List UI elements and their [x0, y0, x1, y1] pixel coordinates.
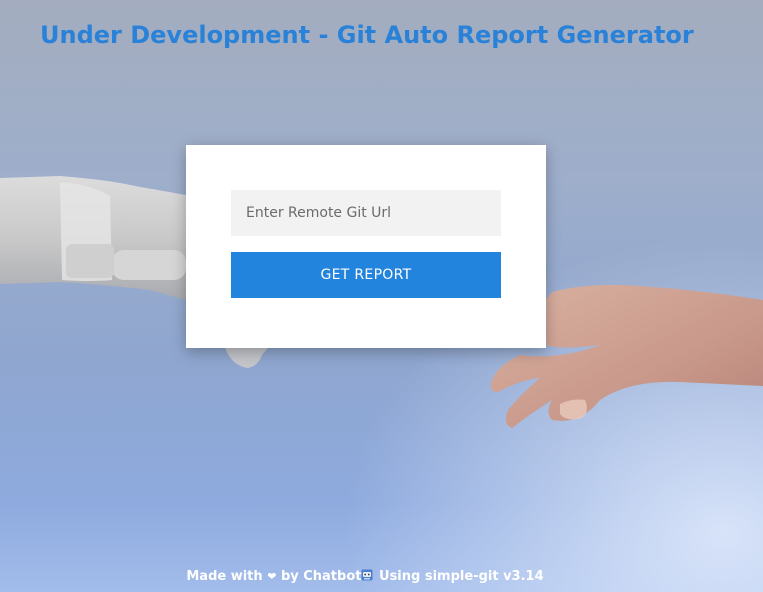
report-form-card: GET REPORT — [186, 145, 546, 348]
footer-made-with: Made with — [186, 569, 263, 584]
get-report-button[interactable]: GET REPORT — [231, 252, 501, 298]
footer-author: by Chatbot — [280, 569, 362, 584]
heart-icon: ❤ — [267, 570, 277, 583]
footer-credits: Made with ❤ by Chatbot Using simple-git … — [0, 568, 730, 586]
robot-icon — [361, 569, 373, 581]
page-title: Under Development - Git Auto Report Gene… — [40, 21, 694, 49]
remote-git-url-input[interactable] — [231, 190, 501, 236]
footer-library: Using simple-git v3.14 — [379, 569, 544, 584]
